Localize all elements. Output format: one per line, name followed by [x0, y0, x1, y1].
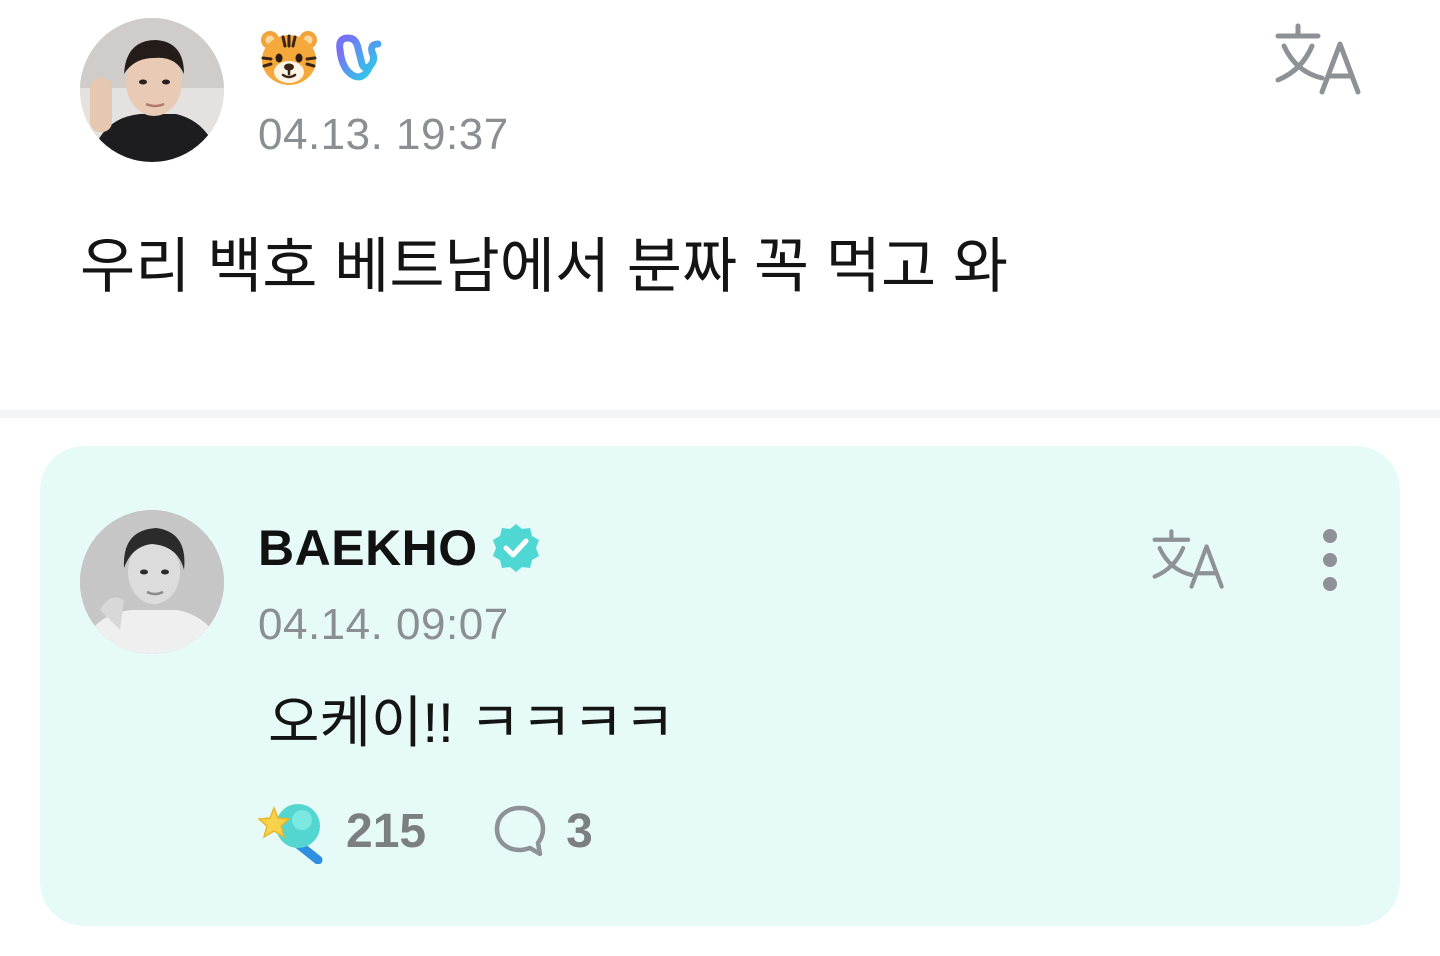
- like-button[interactable]: 215: [258, 798, 426, 864]
- weverse-membership-icon: [336, 34, 382, 81]
- post-body: 우리 백호 베트남에서 분짜 꼭 먹고 와: [80, 233, 1009, 300]
- like-count: 215: [346, 804, 427, 858]
- comment-actions: 215 3: [258, 796, 593, 866]
- artist-comment-card: BAEKHO 04.14. 09:07 오케이!! ㅋㅋㅋㅋ 215 3: [40, 446, 1400, 926]
- translate-icon[interactable]: [1148, 528, 1230, 590]
- reply-button[interactable]: 3: [492, 803, 593, 859]
- fan-post: 04.13. 19:37 우리 백호 베트남에서 분짜 꼭 먹고 와: [0, 0, 1440, 410]
- verified-badge-icon: [492, 524, 539, 572]
- artist-name[interactable]: BAEKHO: [258, 519, 478, 577]
- comment-timestamp: 04.14. 09:07: [258, 600, 509, 649]
- artist-name-row: BAEKHO: [258, 518, 542, 578]
- translate-icon[interactable]: [1272, 22, 1366, 96]
- comment-body: 오케이!! ㅋㅋㅋㅋ: [268, 691, 676, 754]
- more-options-icon[interactable]: [1308, 524, 1352, 596]
- tiger-emoji-icon: [261, 31, 317, 85]
- fan-avatar-image: [80, 18, 224, 162]
- fan-badges: [258, 28, 386, 88]
- post-timestamp: 04.13. 19:37: [258, 110, 509, 159]
- reply-count: 3: [566, 804, 593, 858]
- artist-avatar[interactable]: [80, 510, 224, 654]
- section-divider: [0, 410, 1440, 418]
- fan-avatar[interactable]: [80, 18, 224, 162]
- artist-avatar-image: [80, 510, 224, 654]
- comment-bubble-icon: [494, 805, 546, 857]
- lightstick-like-icon: [258, 804, 323, 864]
